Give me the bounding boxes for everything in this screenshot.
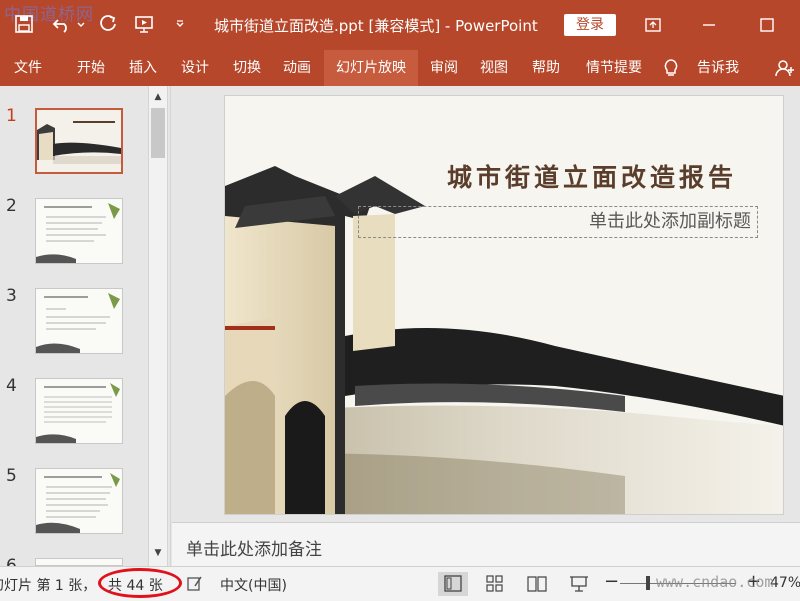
zoom-slider-thumb[interactable] <box>646 576 650 590</box>
tab-storyboarding[interactable]: 情节提要 <box>574 50 654 86</box>
tab-file[interactable]: 文件 <box>2 50 54 86</box>
thumbnail-number: 1 <box>6 106 17 126</box>
tab-design[interactable]: 设计 <box>170 50 220 86</box>
login-button[interactable]: 登录 <box>564 14 616 36</box>
redo-icon[interactable] <box>98 14 118 34</box>
thumbnail-number: 5 <box>6 466 17 486</box>
tab-view[interactable]: 视图 <box>470 50 518 86</box>
zoom-level[interactable]: 47% <box>770 575 800 591</box>
slide-show-icon <box>570 576 588 592</box>
notes-pane[interactable]: 单击此处添加备注 <box>172 522 800 567</box>
tab-animations[interactable]: 动画 <box>272 50 322 86</box>
slide-thumbnail-5[interactable] <box>35 468 123 534</box>
minimize-icon[interactable] <box>698 14 720 36</box>
reading-view-button[interactable] <box>522 572 552 596</box>
slide-thumbnail-6[interactable] <box>35 558 123 566</box>
tab-home[interactable]: 开始 <box>66 50 116 86</box>
slide-title[interactable]: 城市街道立面改造报告 <box>447 158 737 194</box>
thumbnail-scrollbar[interactable]: ▲ ▼ <box>148 86 168 566</box>
slide-show-button[interactable] <box>564 572 594 596</box>
restore-icon[interactable] <box>756 14 778 36</box>
tab-slide-show[interactable]: 幻灯片放映 <box>324 50 418 86</box>
slide-thumbnail-3[interactable] <box>35 288 123 354</box>
scroll-up-icon[interactable]: ▲ <box>149 88 167 106</box>
start-from-beginning-icon[interactable] <box>134 14 158 34</box>
spelling-check-icon[interactable] <box>186 574 204 592</box>
thumbnail-number: 3 <box>6 286 17 306</box>
ribbon-tabs: 文件 开始 插入 设计 切换 动画 幻灯片放映 审阅 视图 帮助 情节提要 告诉… <box>0 50 800 86</box>
reading-view-icon <box>527 576 547 592</box>
window-title: 城市街道立面改造.ppt [兼容模式] - PowerPoint <box>214 17 538 35</box>
slide-sorter-icon <box>486 575 503 592</box>
normal-view-button[interactable] <box>438 572 468 596</box>
tell-me-search[interactable]: 告诉我 <box>690 50 746 86</box>
thumbnail-number: 4 <box>6 376 17 396</box>
slide-sorter-button[interactable] <box>480 572 510 596</box>
undo-icon[interactable] <box>52 14 72 34</box>
slide-thumbnail-4[interactable] <box>35 378 123 444</box>
lightbulb-icon[interactable] <box>662 58 680 78</box>
slide-thumbnail-1[interactable] <box>35 108 123 174</box>
undo-dropdown-icon[interactable] <box>76 14 86 34</box>
save-icon[interactable] <box>14 14 34 34</box>
slide-thumbnail-2[interactable] <box>35 198 123 264</box>
highlight-annotation-circle <box>98 568 182 598</box>
normal-view-icon <box>444 575 462 592</box>
slide-thumbnail-pane: 1 2 3 4 5 <box>0 86 171 576</box>
subtitle-placeholder[interactable]: 单击此处添加副标题 <box>358 206 758 238</box>
share-icon[interactable] <box>774 58 796 78</box>
ribbon-display-options-icon[interactable] <box>642 14 664 36</box>
scroll-down-icon[interactable]: ▼ <box>149 544 167 562</box>
tab-help[interactable]: 帮助 <box>522 50 570 86</box>
slide-canvas[interactable]: 城市街道立面改造报告 单击此处添加副标题 <box>224 95 784 515</box>
scroll-thumb[interactable] <box>151 108 165 158</box>
zoom-out-icon[interactable]: − <box>604 571 619 592</box>
customize-qat-icon[interactable] <box>174 14 186 34</box>
language-indicator[interactable]: 中文(中国) <box>220 575 287 595</box>
title-bar: 中国道桥网 城市街道立面改造.ppt [兼容模式] - PowerPoint 登… <box>0 0 800 50</box>
tab-transitions[interactable]: 切换 <box>222 50 272 86</box>
slide-counter[interactable]: 幻灯片 第 1 张， <box>0 575 96 595</box>
thumbnail-number: 2 <box>6 196 17 216</box>
notes-placeholder[interactable]: 单击此处添加备注 <box>186 535 322 560</box>
watermark-url: www.cndao.com <box>656 573 774 591</box>
tab-review[interactable]: 审阅 <box>420 50 468 86</box>
tab-insert[interactable]: 插入 <box>118 50 168 86</box>
